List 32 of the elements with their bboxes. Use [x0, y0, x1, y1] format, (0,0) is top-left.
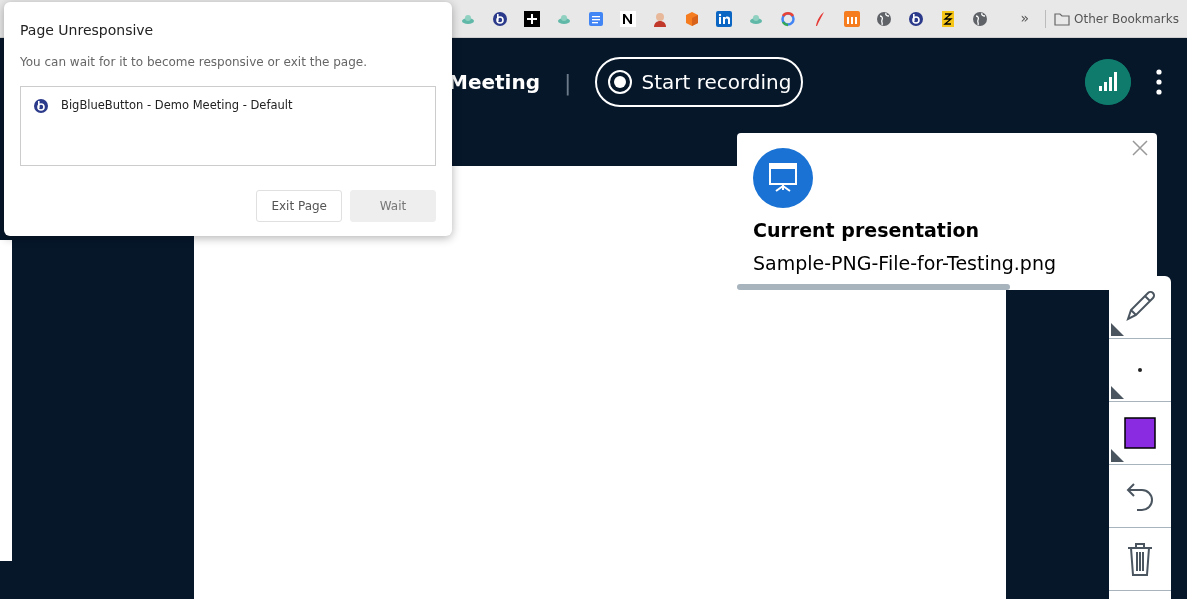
person-icon[interactable] — [652, 10, 668, 27]
page-title: BigBlueButton - Demo Meeting - Default — [61, 97, 293, 114]
wait-button[interactable]: Wait — [350, 190, 436, 222]
file-name: Sample-PNG-File-for-Testing.png — [753, 250, 1058, 276]
signal-icon[interactable] — [1085, 59, 1131, 105]
bookmark-folder[interactable]: Other Bookmarks — [1074, 9, 1179, 28]
zigzag-icon[interactable] — [940, 10, 956, 27]
globe-icon[interactable] — [972, 10, 988, 27]
exit-button[interactable]: Exit Page — [256, 190, 342, 222]
document-icon[interactable] — [588, 10, 604, 27]
presentation-icon — [753, 148, 813, 208]
globe-icon[interactable] — [876, 10, 892, 27]
dialog-message: You can wait for it to become responsive or exit the page. — [20, 54, 368, 71]
more-bookmarks-button[interactable]: » — [1020, 8, 1030, 29]
plus-icon[interactable] — [524, 10, 540, 27]
circle-logo-icon[interactable] — [908, 10, 924, 27]
menu-icon[interactable] — [1155, 69, 1163, 95]
corner-triangle-icon — [1111, 449, 1124, 462]
corner-triangle-icon — [1111, 386, 1124, 399]
ring-logo-icon[interactable] — [780, 10, 796, 27]
start-recording-button[interactable]: Start recording — [595, 57, 804, 107]
separator: | — [564, 68, 572, 98]
circle-logo-icon[interactable] — [492, 10, 508, 27]
close-icon[interactable] — [1131, 139, 1149, 157]
corner-triangle-icon — [1111, 323, 1124, 336]
toast-title: Current presentation — [753, 218, 980, 243]
square-logo-icon[interactable] — [620, 10, 636, 27]
dialog-title: Page Unresponsive — [20, 21, 155, 40]
record-icon — [607, 69, 634, 95]
meeting-title: Meeting — [448, 69, 540, 96]
circle-logo-icon — [33, 97, 49, 114]
cube-icon[interactable] — [684, 10, 700, 27]
